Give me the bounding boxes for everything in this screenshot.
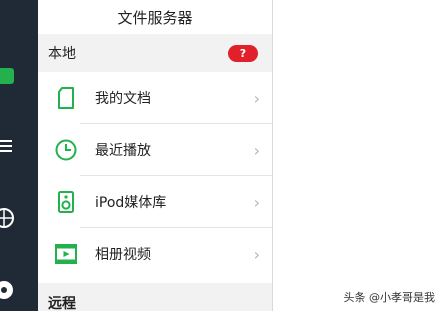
- list-item-my-documents[interactable]: 我的文档 ›: [38, 72, 272, 124]
- remote-section-header: 远程: [38, 283, 272, 312]
- help-badge[interactable]: ?: [228, 44, 258, 62]
- local-section-header: 本地 ?: [38, 34, 272, 72]
- page-title: 文件服务器: [117, 8, 193, 27]
- app-sidebar-rail: [0, 0, 38, 311]
- local-section-label: 本地: [48, 46, 76, 62]
- chevron-right-icon: ›: [253, 193, 260, 212]
- speaker-icon: [55, 191, 77, 213]
- list-item-label: iPod媒体库: [95, 195, 167, 211]
- film-icon: [55, 243, 77, 265]
- list-item-label: 我的文档: [95, 91, 151, 107]
- list-item-label: 最近播放: [95, 143, 151, 159]
- music-icon[interactable]: [0, 278, 18, 302]
- clock-icon: [55, 139, 77, 161]
- list-item-recent-played[interactable]: 最近播放 ›: [38, 124, 272, 176]
- file-server-panel: 文件服务器 本地 ? 我的文档 › 最近播放 › iPod媒体库 › 相册视频 …: [38, 0, 273, 312]
- chevron-right-icon: ›: [253, 89, 260, 108]
- list-item-ipod-library[interactable]: iPod媒体库 ›: [38, 176, 272, 228]
- remote-section-label: 远程: [48, 296, 76, 312]
- chevron-right-icon: ›: [253, 141, 260, 160]
- document-icon: [55, 87, 77, 109]
- menu-icon[interactable]: [0, 134, 18, 158]
- chevron-right-icon: ›: [253, 245, 260, 264]
- rail-status-indicator: [0, 68, 14, 84]
- list-item-photo-video[interactable]: 相册视频 ›: [38, 228, 272, 280]
- watermark: 头条 @小孝哥是我: [343, 291, 436, 304]
- globe-icon[interactable]: [0, 206, 18, 230]
- list-item-label: 相册视频: [95, 247, 151, 263]
